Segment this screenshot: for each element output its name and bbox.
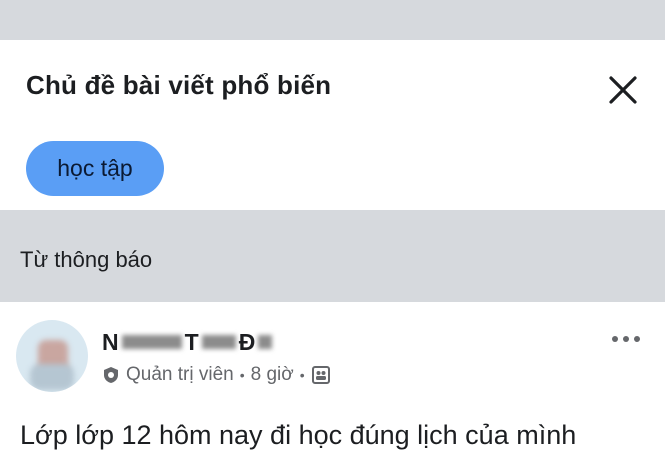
- post-text: Lớp lớp 12 hôm nay đi học đúng lịch của …: [20, 420, 577, 450]
- meta-separator: •: [239, 367, 245, 383]
- announcements-label: Từ thông báo: [20, 247, 153, 272]
- more-options-button[interactable]: [608, 326, 644, 352]
- role-label: Quản trị viên: [126, 364, 234, 385]
- popular-topics-section: Chủ đề bài viết phổ biến học tập: [0, 40, 665, 210]
- post-card: N T Đ Quản trị viên • 8 giờ • Lớp lớp 12…: [0, 302, 665, 450]
- announcements-header: Từ thông báo: [0, 210, 665, 302]
- topic-chip-hoc-tap[interactable]: học tập: [26, 141, 164, 196]
- top-divider-band: [0, 0, 665, 40]
- admin-badge-icon: [104, 367, 118, 383]
- redacted-text: [201, 335, 236, 349]
- redacted-text: [121, 335, 182, 349]
- popular-topics-title: Chủ đề bài viết phổ biến: [26, 70, 332, 100]
- group-icon: [311, 366, 330, 384]
- author-name[interactable]: N T Đ: [102, 327, 275, 357]
- meta-separator: •: [299, 367, 305, 383]
- more-dots-icon: [612, 336, 640, 342]
- author-avatar[interactable]: [16, 320, 88, 392]
- author-name-part: N: [102, 328, 119, 355]
- author-name-part: Đ: [238, 328, 256, 355]
- close-button[interactable]: [603, 70, 643, 110]
- post-meta: Quản trị viên • 8 giờ •: [102, 364, 331, 386]
- close-icon: [609, 76, 637, 104]
- redacted-text: [258, 335, 273, 349]
- author-name-part: T: [184, 328, 199, 355]
- post-time[interactable]: 8 giờ: [251, 364, 294, 386]
